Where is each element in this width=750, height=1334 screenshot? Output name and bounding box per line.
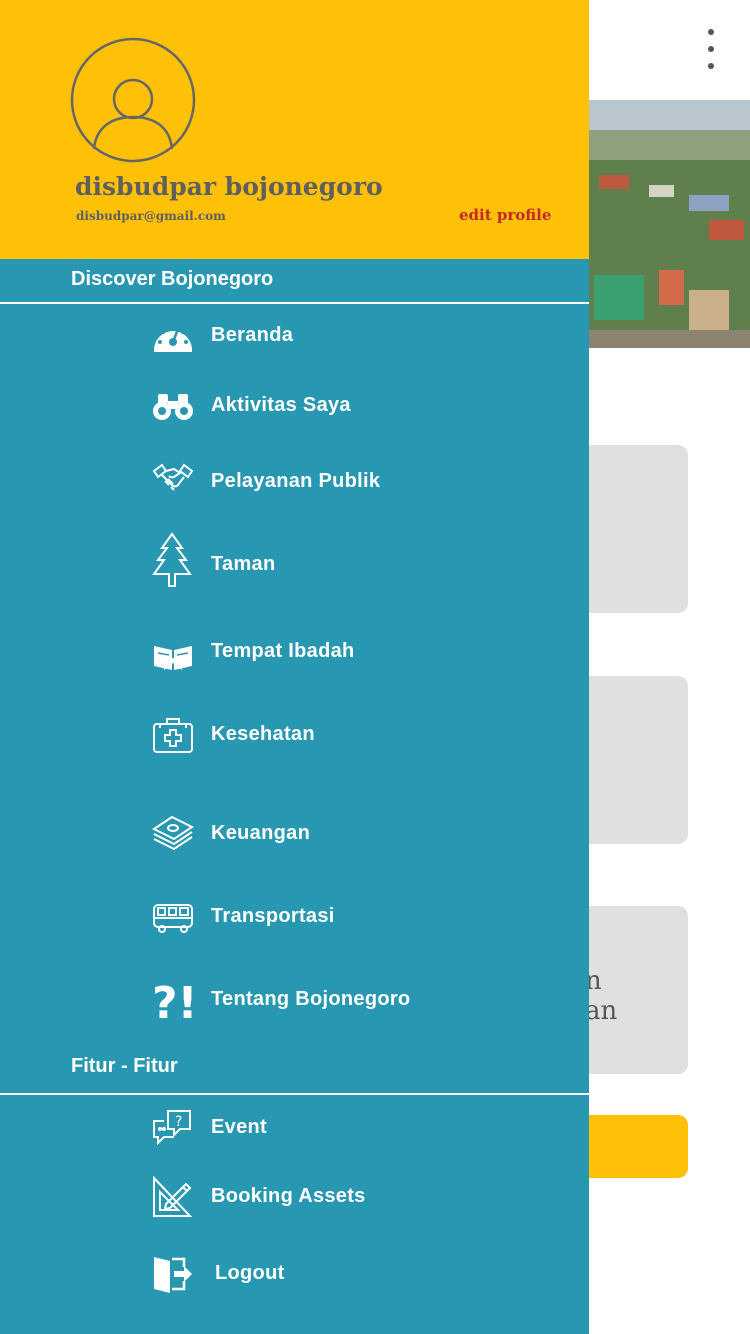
section-title-fitur: Fitur - Fitur xyxy=(71,1055,178,1077)
menu-item-pelayanan[interactable]: Pelayanan Publik xyxy=(0,451,589,511)
menu-item-booking[interactable]: Booking Assets xyxy=(0,1166,589,1226)
money-stack-icon xyxy=(152,813,194,855)
menu-item-tentang[interactable]: ?! Tentang Bojonegoro xyxy=(0,969,589,1029)
section-title-discover: Discover Bojonegoro xyxy=(71,268,274,290)
menu-item-kesehatan[interactable]: Kesehatan xyxy=(0,704,589,764)
drafting-pencil-icon xyxy=(152,1175,194,1218)
speedometer-icon xyxy=(152,318,194,360)
drawer-header: disbudpar bojonegoro disbudpar@gmail.com… xyxy=(0,0,589,259)
divider xyxy=(0,1093,589,1095)
menu-label-tentang: Tentang Bojonegoro xyxy=(211,988,411,1010)
user-name: disbudpar bojonegoro xyxy=(75,172,383,201)
menu-label-taman: Taman xyxy=(211,553,276,575)
question-exclamation-icon: ?! xyxy=(152,978,198,1029)
first-aid-kit-icon xyxy=(152,714,194,756)
menu-label-pelayanan: Pelayanan Publik xyxy=(211,470,381,492)
handshake-icon xyxy=(152,459,194,501)
bus-icon xyxy=(152,896,194,938)
menu-label-booking: Booking Assets xyxy=(211,1185,366,1207)
navigation-drawer: disbudpar bojonegoro disbudpar@gmail.com… xyxy=(0,0,589,1334)
logout-door-icon xyxy=(152,1253,194,1295)
menu-item-event[interactable]: ? Event xyxy=(0,1097,589,1157)
menu-label-aktivitas: Aktivitas Saya xyxy=(211,394,351,416)
open-book-icon xyxy=(152,634,194,676)
menu-label-beranda: Beranda xyxy=(211,324,294,346)
menu-item-aktivitas[interactable]: Aktivitas Saya xyxy=(0,375,589,435)
divider xyxy=(0,302,589,304)
pine-tree-icon xyxy=(152,532,192,588)
user-email: disbudpar@gmail.com xyxy=(76,209,226,223)
menu-label-transportasi: Transportasi xyxy=(211,905,335,927)
city-photo xyxy=(589,100,750,348)
menu-label-logout: Logout xyxy=(215,1262,285,1284)
menu-item-keuangan[interactable]: Keuangan xyxy=(0,803,589,863)
user-circle-icon[interactable] xyxy=(70,37,196,163)
menu-item-ibadah[interactable]: Tempat Ibadah xyxy=(0,621,589,681)
menu-label-ibadah: Tempat Ibadah xyxy=(211,640,355,662)
svg-text:?!: ?! xyxy=(152,978,194,1024)
menu-label-event: Event xyxy=(211,1116,267,1138)
chat-question-icon: ? xyxy=(152,1107,194,1149)
menu-item-beranda[interactable]: Beranda xyxy=(0,305,589,365)
menu-item-transportasi[interactable]: Transportasi xyxy=(0,886,589,946)
menu-item-taman[interactable]: Taman xyxy=(0,530,589,590)
menu-label-kesehatan: Kesehatan xyxy=(211,723,315,745)
background-card-text: an xyxy=(585,996,618,1026)
overflow-menu-icon[interactable] xyxy=(700,26,722,76)
menu-label-keuangan: Keuangan xyxy=(211,822,311,844)
edit-profile-link[interactable]: edit profile xyxy=(459,206,551,224)
binoculars-icon xyxy=(152,385,194,427)
svg-text:?: ? xyxy=(175,1114,182,1130)
menu-item-logout[interactable]: Logout xyxy=(0,1243,589,1303)
